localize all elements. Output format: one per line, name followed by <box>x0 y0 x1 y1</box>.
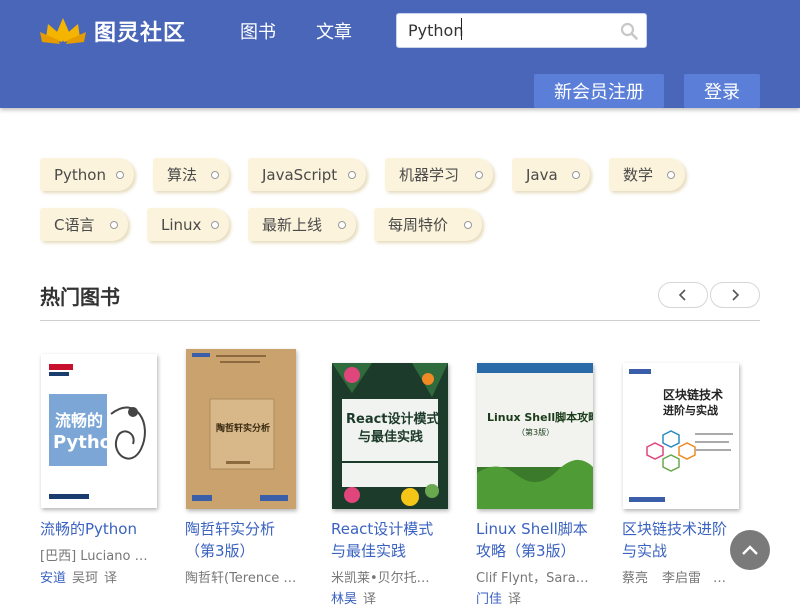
tag-label: Java <box>526 165 558 184</box>
carousel-prev-button[interactable] <box>658 282 708 308</box>
tag-linux[interactable]: Linux <box>147 208 229 241</box>
book-cover-art: Linux Shell脚本攻略 （第3版） <box>477 363 593 509</box>
site-logo[interactable]: 图灵社区 <box>38 14 198 48</box>
tag-dot-icon <box>572 171 580 179</box>
tag-math[interactable]: 数学 <box>609 158 685 191</box>
tag-weekly-deals[interactable]: 每周特价 <box>374 208 482 241</box>
svg-text:陶哲轩实分析: 陶哲轩实分析 <box>216 422 270 434</box>
book-author: Clif Flynt，Sara… <box>476 571 589 586</box>
svg-text:流畅的: 流畅的 <box>55 411 103 430</box>
book-cover-art: React设计模式 与最佳实践 <box>332 363 448 509</box>
book-title[interactable]: Linux Shell脚本 攻略（第3版） <box>476 518 616 562</box>
tag-python[interactable]: Python <box>40 158 134 191</box>
author-more: … <box>713 571 727 586</box>
tag-label: Python <box>54 165 106 184</box>
book-author: 陶哲轩(Terence … <box>185 571 297 586</box>
svg-text:React设计模式: React设计模式 <box>346 411 440 427</box>
book-title-line: React设计模式 <box>331 520 434 538</box>
search-input[interactable] <box>397 14 607 47</box>
tag-label: Linux <box>161 215 202 234</box>
author-name: 李启雷 <box>662 571 702 586</box>
chevron-left-icon <box>678 289 686 301</box>
section-divider <box>40 320 760 321</box>
register-button[interactable]: 新会员注册 <box>534 74 664 108</box>
chevron-up-icon <box>742 545 758 555</box>
tag-label: JavaScript <box>262 165 338 184</box>
section-title: 热门图书 <box>40 285 120 309</box>
tag-dot-icon <box>211 171 219 179</box>
book-title[interactable]: 陶哲轩实分析 （第3版） <box>185 518 325 562</box>
tag-label: 数学 <box>623 166 654 184</box>
book-author: 米凯莱•贝尔托… <box>331 571 430 586</box>
svg-text:（第3版）: （第3版） <box>517 427 554 437</box>
tag-dot-icon <box>667 171 675 179</box>
tag-dot-icon <box>464 221 472 229</box>
book-title-line: 攻略（第3版） <box>476 542 576 560</box>
book-title-line: 与最佳实践 <box>331 542 407 560</box>
book-translators: 林昊译 <box>331 588 376 607</box>
book-title[interactable]: 流畅的Python <box>40 518 180 540</box>
tag-c-language[interactable]: C语言 <box>40 208 128 241</box>
carousel-next-button[interactable] <box>710 282 760 308</box>
tag-dot-icon <box>348 171 356 179</box>
tag-javascript[interactable]: JavaScript <box>248 158 366 191</box>
book-cover-fluent-python[interactable]: 流畅的 Python <box>41 354 157 508</box>
tag-dot-icon <box>116 171 124 179</box>
book-translators: 门佳译 <box>476 588 521 607</box>
svg-text:Linux Shell脚本攻略: Linux Shell脚本攻略 <box>487 410 593 424</box>
book-cover-react[interactable]: React设计模式 与最佳实践 <box>332 363 448 509</box>
book-title-line: （第3版） <box>185 542 255 560</box>
search-box <box>396 13 647 48</box>
svg-text:区块链技术: 区块链技术 <box>663 387 723 402</box>
book-authors: 蔡亮 李启雷 … <box>622 567 726 586</box>
book-cover-art: 陶哲轩实分析 <box>186 349 296 509</box>
logo-text: 图灵社区 <box>94 21 187 46</box>
back-to-top-button[interactable] <box>730 530 770 570</box>
top-header: 图灵社区 图书 文章 新会员注册 登录 <box>0 0 800 108</box>
tag-label: 每周特价 <box>388 216 449 234</box>
tag-label: 最新上线 <box>262 216 323 234</box>
tag-dot-icon <box>211 221 219 229</box>
tag-machine-learning[interactable]: 机器学习 <box>385 158 493 191</box>
nav-articles-link[interactable]: 文章 <box>316 18 352 44</box>
book-cover-blockchain[interactable]: 区块链技术 进阶与实战 <box>623 363 739 509</box>
tag-new-releases[interactable]: 最新上线 <box>248 208 356 241</box>
svg-text:进阶与实战: 进阶与实战 <box>663 403 718 417</box>
tag-dot-icon <box>475 171 483 179</box>
book-title-line: 流畅的Python <box>40 520 137 538</box>
tag-label: 机器学习 <box>399 166 460 184</box>
tag-dot-icon <box>110 221 118 229</box>
book-author: [巴西] Luciano … <box>40 549 148 564</box>
translator-link[interactable]: 安道 <box>40 571 66 586</box>
tag-label: C语言 <box>54 216 95 234</box>
book-cover-tao-analysis[interactable]: 陶哲轩实分析 <box>186 349 296 509</box>
translator-suffix: 译 <box>104 571 118 586</box>
svg-text:与最佳实践: 与最佳实践 <box>358 429 423 445</box>
nav-books-link[interactable]: 图书 <box>240 18 276 44</box>
svg-text:Python: Python <box>53 432 125 453</box>
translator-name: 吴珂 <box>72 571 99 586</box>
book-cover-art: 区块链技术 进阶与实战 <box>623 363 739 509</box>
author-name: 蔡亮 <box>622 571 649 586</box>
book-title-line: 陶哲轩实分析 <box>185 520 276 538</box>
search-icon[interactable] <box>620 22 638 40</box>
text-caret <box>461 18 462 40</box>
book-title[interactable]: React设计模式 与最佳实践 <box>331 518 471 562</box>
tag-java[interactable]: Java <box>512 158 590 191</box>
tag-dot-icon <box>338 221 346 229</box>
book-cover-linux-shell[interactable]: Linux Shell脚本攻略 （第3版） <box>477 363 593 509</box>
book-cover-art: 流畅的 Python <box>41 354 157 508</box>
tag-algorithm[interactable]: 算法 <box>153 158 229 191</box>
login-button[interactable]: 登录 <box>684 74 760 108</box>
book-translators: 安道 吴珂译 <box>40 567 117 586</box>
book-title-line: Linux Shell脚本 <box>476 520 588 538</box>
logo-lotus-icon <box>40 18 86 44</box>
chevron-right-icon <box>732 289 740 301</box>
tag-label: 算法 <box>167 166 198 184</box>
